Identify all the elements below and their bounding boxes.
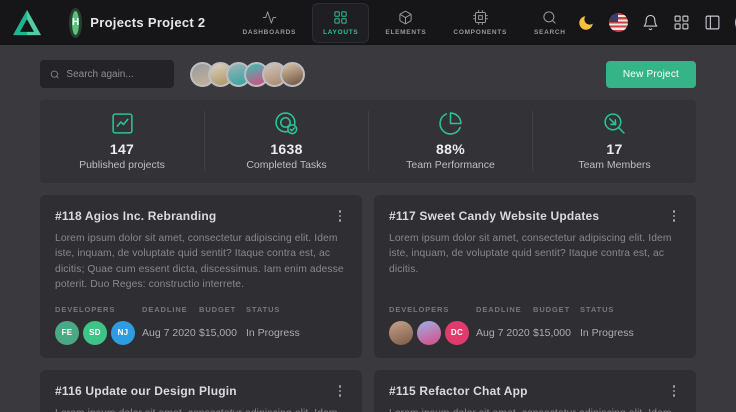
- card-description: Lorem ipsum dolor sit amet, consectetur …: [389, 406, 681, 412]
- nav-item-label: COMPONENTS: [453, 29, 507, 36]
- stat-label: Team Members: [578, 159, 650, 171]
- kebab-menu-icon[interactable]: [667, 209, 681, 223]
- card-description: Lorem ipsum dolor sit amet, consectetur …: [55, 406, 347, 412]
- nav-item-layouts[interactable]: LAYOUTS: [312, 3, 369, 43]
- nav-item-search[interactable]: SEARCH: [523, 3, 577, 43]
- stat-value: 1638: [270, 141, 302, 157]
- project-card: #118 Agios Inc. Rebranding Lorem ipsum d…: [40, 195, 362, 358]
- budget-value: $15,000: [533, 321, 580, 345]
- card-footer: DEVELOPERS DC DEADLINE Aug 7 2020 BUDGET…: [389, 293, 681, 345]
- project-card: #116 Update our Design Plugin Lorem ipsu…: [40, 370, 362, 412]
- content: New Project 147 Published projects 1638 …: [0, 45, 736, 412]
- bell-icon[interactable]: [642, 14, 659, 31]
- developers-label: DEVELOPERS: [389, 305, 476, 314]
- budget-label: BUDGET: [533, 305, 580, 314]
- sidebar-toggle-icon[interactable]: [704, 14, 721, 31]
- search-input[interactable]: [66, 69, 164, 80]
- team-avatar-group: [190, 62, 305, 87]
- new-project-button[interactable]: New Project: [606, 61, 696, 88]
- nav-item-label: ELEMENTS: [385, 29, 426, 36]
- kebab-menu-icon[interactable]: [333, 384, 347, 398]
- nav-item-label: SEARCH: [534, 29, 566, 36]
- nav-icon: [262, 10, 277, 25]
- kebab-menu-icon[interactable]: [667, 384, 681, 398]
- status-value: In Progress: [580, 321, 634, 345]
- flag-us-icon[interactable]: [609, 13, 628, 32]
- project-cards-grid: #118 Agios Inc. Rebranding Lorem ipsum d…: [40, 195, 696, 412]
- budget-label: BUDGET: [199, 305, 246, 314]
- budget-value: $15,000: [199, 321, 246, 345]
- nav-item-elements[interactable]: ELEMENTS: [374, 3, 437, 43]
- nav-icon: [542, 10, 557, 25]
- stat-value: 88%: [436, 141, 465, 157]
- deadline-label: DEADLINE: [476, 305, 533, 314]
- card-description: Lorem ipsum dolor sit amet, consectetur …: [389, 231, 681, 277]
- stat-item: 1638 Completed Tasks: [204, 111, 368, 171]
- card-title: #117 Sweet Candy Website Updates: [389, 209, 599, 223]
- developer-avatar[interactable]: NJ: [111, 321, 135, 345]
- apps-grid-icon[interactable]: [673, 14, 690, 31]
- deadline-label: DEADLINE: [142, 305, 199, 314]
- developers-label: DEVELOPERS: [55, 305, 142, 314]
- deadline-value: Aug 7 2020: [142, 321, 199, 345]
- nav-item-components[interactable]: COMPONENTS: [442, 3, 518, 43]
- nav-item-dashboards[interactable]: DASHBOARDS: [231, 3, 307, 43]
- status-label: STATUS: [580, 305, 634, 314]
- stat-item: 17 Team Members: [532, 111, 696, 171]
- project-badge: H: [72, 11, 79, 35]
- project-card: #117 Sweet Candy Website Updates Lorem i…: [374, 195, 696, 358]
- stat-item: 88% Team Performance: [368, 111, 532, 171]
- navbar-right: [577, 9, 736, 37]
- nav-icon: [473, 10, 488, 25]
- developer-avatar[interactable]: FE: [55, 321, 79, 345]
- card-title: #118 Agios Inc. Rebranding: [55, 209, 216, 223]
- stat-label: Published projects: [79, 159, 165, 171]
- search-box: [40, 60, 174, 88]
- stat-value: 147: [110, 141, 134, 157]
- navbar: H Projects Project 2 DASHBOARDS LAYOUTS …: [0, 0, 736, 45]
- card-footer: DEVELOPERS FESDNJ DEADLINE Aug 7 2020 BU…: [55, 293, 347, 345]
- nav-item-label: LAYOUTS: [323, 29, 358, 36]
- status-value: In Progress: [246, 321, 300, 345]
- nav-item-label: DASHBOARDS: [242, 29, 296, 36]
- deadline-value: Aug 7 2020: [476, 321, 533, 345]
- app-logo-icon[interactable]: [12, 9, 42, 37]
- stat-value: 17: [606, 141, 622, 157]
- nav-icon: [333, 10, 348, 25]
- status-label: STATUS: [246, 305, 300, 314]
- stat-label: Team Performance: [406, 159, 495, 171]
- project-card: #115 Refactor Chat App Lorem ipsum dolor…: [374, 370, 696, 412]
- stat-item: 147 Published projects: [40, 111, 204, 171]
- developer-avatar[interactable]: [417, 321, 441, 345]
- kebab-menu-icon[interactable]: [333, 209, 347, 223]
- page-title: Projects Project 2: [90, 15, 205, 30]
- moon-icon[interactable]: [577, 14, 595, 32]
- developer-avatar[interactable]: [389, 321, 413, 345]
- stats-bar: 147 Published projects 1638 Completed Ta…: [40, 100, 696, 183]
- card-description: Lorem ipsum dolor sit amet, consectetur …: [55, 231, 347, 293]
- developer-avatar[interactable]: DC: [445, 321, 469, 345]
- team-member-avatar[interactable]: [280, 62, 305, 87]
- developer-avatar[interactable]: SD: [83, 321, 107, 345]
- card-title: #115 Refactor Chat App: [389, 384, 528, 398]
- developer-avatars: FESDNJ: [55, 321, 142, 345]
- card-title: #116 Update our Design Plugin: [55, 384, 237, 398]
- main-nav: DASHBOARDS LAYOUTS ELEMENTS COMPONENTS S…: [231, 3, 576, 43]
- stat-label: Completed Tasks: [246, 159, 326, 171]
- search-icon: [50, 69, 59, 80]
- developer-avatars: DC: [389, 321, 476, 345]
- nav-icon: [398, 10, 413, 25]
- toolbar-row: New Project: [40, 60, 696, 88]
